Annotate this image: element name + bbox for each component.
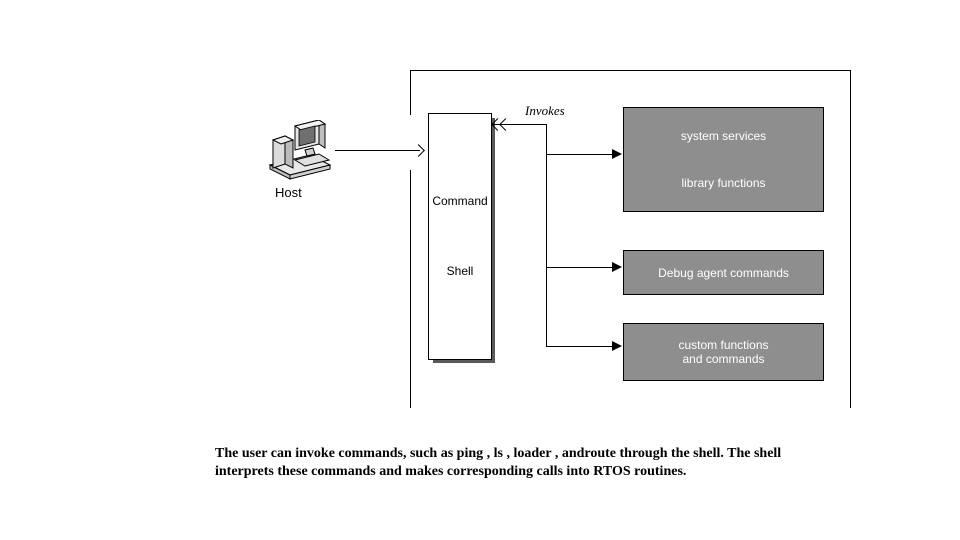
frame-left-lower: [410, 170, 411, 408]
invokes-label: Invokes: [525, 103, 565, 119]
branch-2-line: [546, 267, 614, 268]
command-shell-label-1: Command: [429, 194, 491, 208]
branch-3-arrow: [612, 341, 622, 351]
command-shell-label-2: Shell: [429, 264, 491, 278]
host-computer-icon: [265, 120, 335, 180]
branch-3-line: [546, 346, 614, 347]
trunk-vertical: [546, 124, 547, 346]
trunk-chevron-2: [499, 118, 512, 131]
services-label-1: system services: [626, 129, 821, 143]
custom-label-2: and commands: [682, 352, 764, 366]
custom-label-wrap: custom functions and commands: [626, 338, 821, 367]
custom-label-1: custom functions: [678, 338, 768, 352]
branch-1-line: [546, 154, 614, 155]
frame-left-upper: [410, 70, 411, 115]
branch-1-arrow: [612, 149, 622, 159]
host-to-shell-line: [335, 150, 420, 151]
rtos-shell-diagram: Host Command Shell Invokes system servic…: [210, 60, 860, 410]
branch-2-arrow: [612, 262, 622, 272]
caption-text: The user can invoke commands, such as pi…: [215, 445, 785, 481]
frame-top: [410, 70, 850, 71]
debug-box: Debug agent commands: [623, 250, 824, 295]
frame-right: [850, 70, 851, 408]
debug-label: Debug agent commands: [626, 266, 821, 280]
services-label-2: library functions: [626, 176, 821, 190]
host-to-shell-arrow: [412, 144, 425, 157]
services-box: system services library functions: [623, 107, 824, 212]
host-label: Host: [275, 185, 302, 200]
custom-box: custom functions and commands: [623, 323, 824, 381]
command-shell-box: Command Shell: [428, 113, 492, 360]
